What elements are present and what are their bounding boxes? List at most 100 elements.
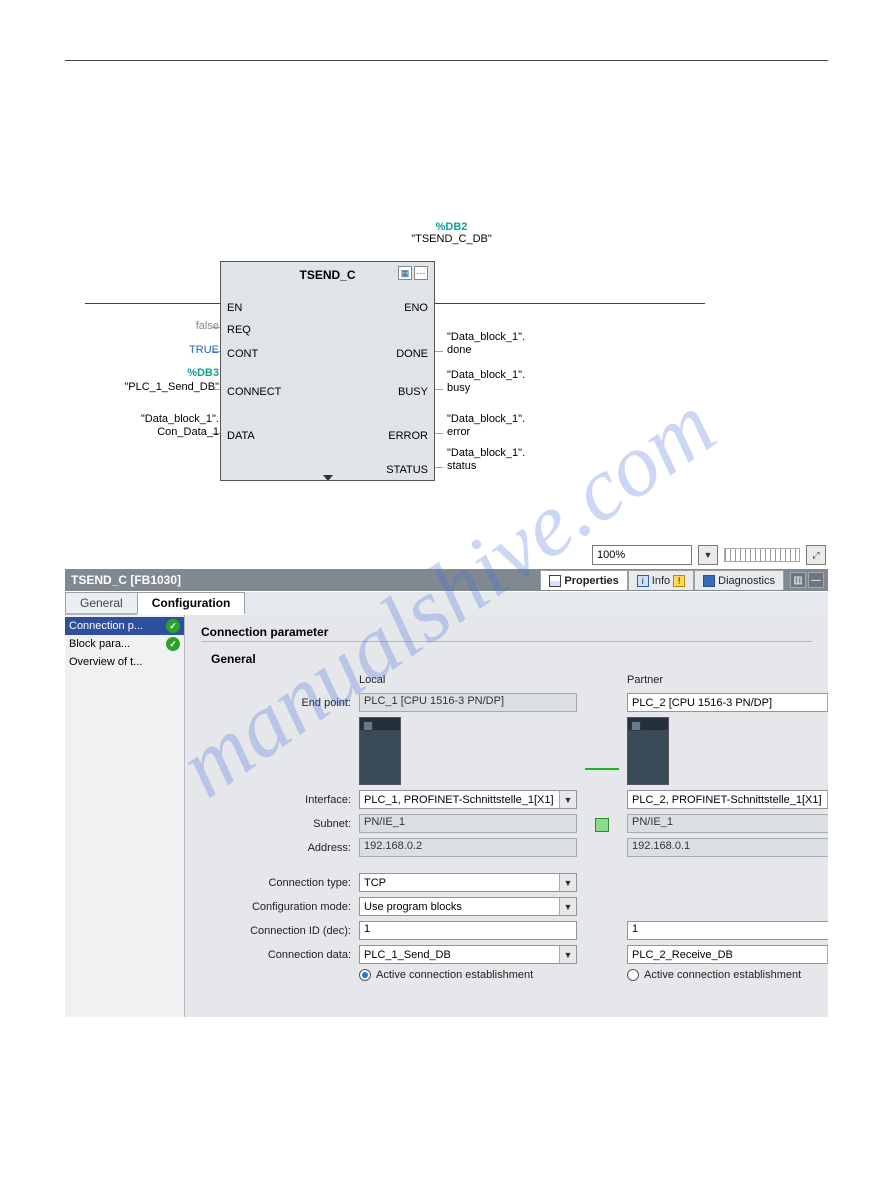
pin-req: REQ [227, 324, 251, 336]
dropdown-icon[interactable]: ▼ [827, 791, 828, 808]
instance-db-id: %DB2 [436, 221, 468, 233]
nav-overview[interactable]: Overview of t... [65, 653, 184, 671]
zoom-dropdown-button[interactable]: ▼ [698, 545, 718, 565]
dropdown-icon[interactable]: ▼ [827, 946, 828, 963]
req-input[interactable]: false [89, 320, 219, 332]
function-block[interactable]: TSEND_C ▦ ⋯ EN REQ CONT CONNECT DATA ENO… [220, 261, 435, 481]
local-endpoint: PLC_1 [CPU 1516-3 PN/DP] [359, 693, 577, 712]
dropdown-icon[interactable]: ▼ [559, 946, 576, 963]
dropdown-icon[interactable]: ▼ [559, 791, 576, 808]
label-conndata: Connection data: [211, 949, 351, 961]
dropdown-icon[interactable]: ▼ [559, 898, 576, 915]
block-editor-icon[interactable]: ▦ [398, 266, 412, 280]
tab-configuration[interactable]: Configuration [137, 592, 246, 615]
block-detail-icon[interactable]: ⋯ [414, 266, 428, 280]
pin-status: STATUS [386, 464, 428, 476]
expand-cue[interactable] [323, 475, 333, 481]
label-interface: Interface: [211, 794, 351, 806]
label-conntype: Connection type: [211, 877, 351, 889]
radio-off-icon [627, 969, 639, 981]
local-active-radio[interactable]: Active connection establishment [359, 969, 577, 981]
config-form: Connection parameter General Local Partn… [185, 615, 828, 1017]
nav-connection-parameter[interactable]: Connection p... ✓ [65, 617, 184, 635]
local-address: 192.168.0.2 [359, 838, 577, 857]
page-divider [65, 60, 828, 61]
done-out-2[interactable]: done [447, 344, 471, 356]
connection-type[interactable]: TCP ▼ [359, 873, 577, 892]
zoom-expand-button[interactable]: ⤢ [806, 545, 826, 565]
partner-conn-data[interactable]: PLC_2_Receive_DB ▼ [627, 945, 828, 964]
label-endpoint: End point: [211, 697, 351, 709]
diagnostics-icon [703, 575, 715, 587]
partner-endpoint[interactable]: PLC_2 [CPU 1516-3 PN/DP] ▼ [627, 693, 828, 712]
error-out-1[interactable]: "Data_block_1". [447, 413, 525, 425]
partner-device-image [627, 717, 669, 785]
connection-type-value: TCP [364, 877, 386, 889]
local-conn-data[interactable]: PLC_1_Send_DB ▼ [359, 945, 577, 964]
local-conn-id[interactable]: 1 [359, 921, 577, 940]
pin-error: ERROR [388, 430, 428, 442]
section-subtitle: General [211, 652, 812, 666]
status-out-2[interactable]: status [447, 460, 476, 472]
diagnostics-label: Diagnostics [718, 575, 775, 587]
pin-data: DATA [227, 430, 255, 442]
check-ok-icon-2: ✓ [166, 637, 180, 651]
partner-interface[interactable]: PLC_2, PROFINET-Schnittstelle_1[X1] ▼ [627, 790, 828, 809]
inspector-title: TSEND_C [FB1030] [71, 573, 181, 587]
zoom-select[interactable] [592, 545, 692, 565]
local-subnet: PN/IE_1 [359, 814, 577, 833]
config-nav: Connection p... ✓ Block para... ✓ Overvi… [65, 615, 185, 1017]
local-interface-value: PLC_1, PROFINET-Schnittstelle_1[X1] [364, 794, 554, 806]
partner-conn-id[interactable]: 1 [627, 921, 828, 940]
label-confmode: Configuration mode: [211, 901, 351, 913]
info-warning-icon: ! [673, 575, 685, 587]
partner-radio-label: Active connection establishment [644, 969, 801, 981]
pin-done: DONE [396, 348, 428, 360]
error-out-2[interactable]: error [447, 426, 470, 438]
zoom-slider[interactable] [724, 548, 800, 562]
busy-out-2[interactable]: busy [447, 382, 470, 394]
header-tab-info[interactable]: i Info ! [628, 570, 694, 590]
col-local: Local [359, 674, 577, 688]
panel-layout-button[interactable]: ▥ [790, 572, 806, 588]
cont-input[interactable]: TRUE [89, 344, 219, 356]
ladder-diagram: %DB2 "TSEND_C_DB" TSEND_C ▦ ⋯ EN REQ CON… [75, 221, 828, 521]
data-input-line2[interactable]: Con_Data_1 [89, 426, 219, 438]
info-label: Info [652, 575, 670, 587]
partner-active-radio[interactable]: Active connection establishment [627, 969, 828, 981]
section-title: Connection parameter [201, 625, 812, 639]
local-device-image [359, 717, 401, 785]
tab-general[interactable]: General [65, 592, 138, 615]
nav-connection-parameter-label: Connection p... [69, 620, 143, 632]
pin-eno: ENO [404, 302, 428, 314]
dropdown-icon[interactable]: ▼ [559, 874, 576, 891]
label-subnet: Subnet: [211, 818, 351, 830]
properties-icon [549, 575, 561, 587]
local-interface[interactable]: PLC_1, PROFINET-Schnittstelle_1[X1] ▼ [359, 790, 577, 809]
data-input-line1[interactable]: "Data_block_1". [89, 413, 219, 425]
panel-minimize-button[interactable]: — [808, 572, 824, 588]
connect-input[interactable]: "PLC_1_Send_DB" [89, 381, 219, 393]
subnet-link-icon [595, 818, 609, 832]
pin-cont: CONT [227, 348, 258, 360]
busy-out-1[interactable]: "Data_block_1". [447, 369, 525, 381]
header-tab-properties[interactable]: Properties [540, 570, 627, 590]
pin-en: EN [227, 302, 242, 314]
properties-label: Properties [564, 575, 618, 587]
nav-block-parameter[interactable]: Block para... ✓ [65, 635, 184, 653]
local-conn-data-value: PLC_1_Send_DB [364, 949, 451, 961]
connect-sym: %DB3 [187, 367, 219, 379]
done-out-1[interactable]: "Data_block_1". [447, 331, 525, 343]
col-partner: Partner [627, 674, 828, 688]
instance-db-name: "TSEND_C_DB" [411, 233, 492, 245]
dropdown-icon[interactable]: ▼ [827, 694, 828, 711]
configuration-mode[interactable]: Use program blocks ▼ [359, 897, 577, 916]
check-ok-icon: ✓ [166, 619, 180, 633]
status-out-1[interactable]: "Data_block_1". [447, 447, 525, 459]
configuration-mode-value: Use program blocks [364, 901, 462, 913]
connection-line [585, 768, 619, 770]
partner-address: 192.168.0.1 [627, 838, 828, 857]
inspector-header: TSEND_C [FB1030] Properties i Info ! Dia… [65, 569, 828, 591]
partner-subnet: PN/IE_1 [627, 814, 828, 833]
header-tab-diagnostics[interactable]: Diagnostics [694, 570, 784, 590]
